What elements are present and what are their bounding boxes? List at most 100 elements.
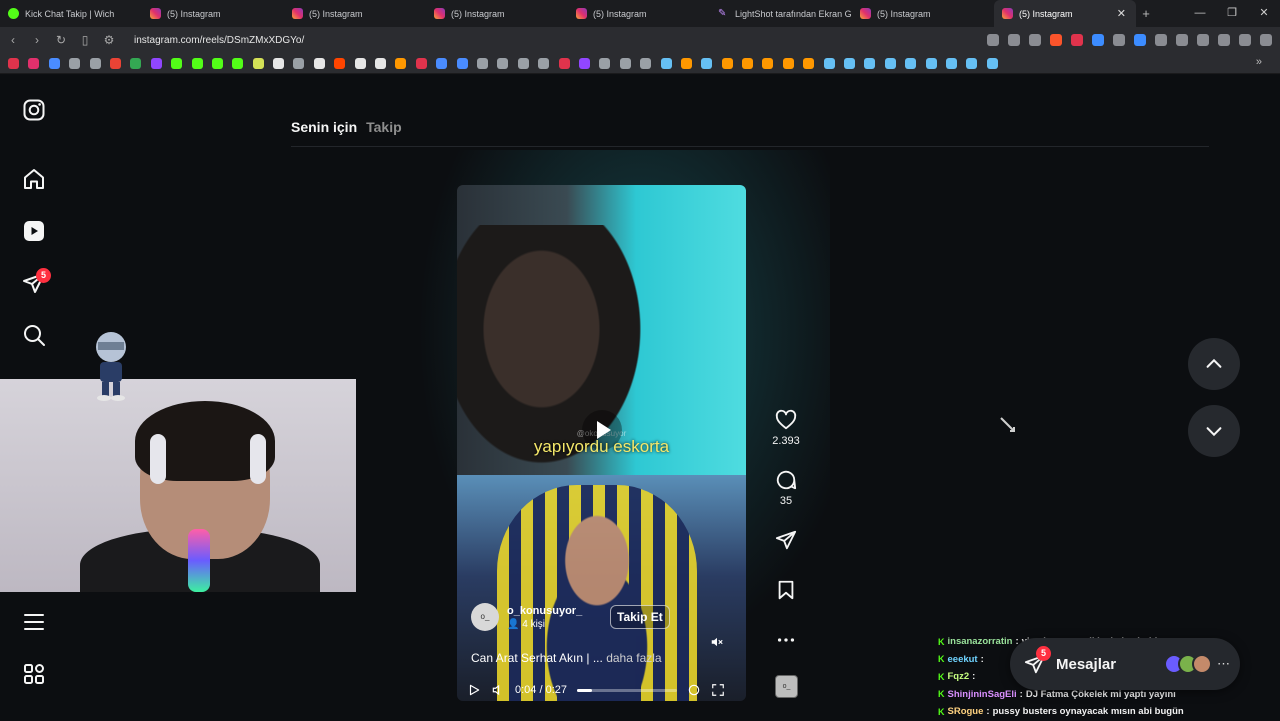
share-icon[interactable] <box>775 529 797 551</box>
previous-reel-button[interactable] <box>1188 338 1240 390</box>
bookmark-favicon-icon[interactable] <box>48 57 60 69</box>
cast-icon[interactable] <box>1008 34 1020 46</box>
loop-icon[interactable] <box>687 683 701 697</box>
chat-username[interactable]: eeekut <box>948 654 978 665</box>
site-settings-icon[interactable]: ⚙ <box>102 33 116 47</box>
bookmark-favicon-icon[interactable] <box>701 57 713 69</box>
chat-username[interactable]: Fqz2 <box>948 671 970 682</box>
bookmark-favicon-icon[interactable] <box>884 57 896 69</box>
bookmark-favicon-icon[interactable] <box>130 57 142 69</box>
progress-bar[interactable] <box>577 688 677 692</box>
reload-icon[interactable]: ↻ <box>54 33 68 47</box>
bookmark-favicon-icon[interactable] <box>252 57 264 69</box>
bookmark-favicon-icon[interactable] <box>8 57 19 69</box>
zoom-icon[interactable] <box>987 34 999 46</box>
bookmark-favicon-icon[interactable] <box>578 57 590 69</box>
reel-video[interactable]: @okonusuyor yapıyordu eskorta o_ o_konus… <box>457 185 746 701</box>
bookmark-favicon-icon[interactable] <box>476 57 488 69</box>
comment-action[interactable]: 35 <box>766 469 806 529</box>
browser-tab-active[interactable]: (5) Instagram ✕ <box>994 0 1136 27</box>
minimize-icon[interactable]: — <box>1184 0 1216 27</box>
more-dots-icon[interactable] <box>775 629 797 651</box>
bookmark-icon[interactable]: ▯ <box>78 33 92 47</box>
bookmark-favicon-icon[interactable] <box>844 57 856 69</box>
save-action[interactable] <box>766 579 806 629</box>
browser-tab[interactable]: (5) Instagram <box>852 0 994 27</box>
also-from-meta-icon[interactable] <box>22 662 46 686</box>
more-dots-icon[interactable]: ⋯ <box>1217 656 1230 672</box>
bookmark-favicon-icon[interactable] <box>436 57 448 69</box>
restore-icon[interactable]: ❐ <box>1216 0 1248 27</box>
browser-tab[interactable]: Kick Chat Takip | Wich <box>0 0 142 27</box>
muted-icon[interactable] <box>710 635 724 649</box>
chat-username[interactable]: SRogue <box>948 706 984 717</box>
tab-for-you[interactable]: Senin için <box>291 119 357 135</box>
chevron-more-icon[interactable]: » <box>1256 56 1262 68</box>
bookmark-favicon-icon[interactable] <box>782 57 794 69</box>
bookmark-favicon-icon[interactable] <box>945 57 957 69</box>
bookmark-favicon-icon[interactable] <box>823 57 835 69</box>
bookmark-favicon-icon[interactable] <box>925 57 937 69</box>
browser-tab[interactable]: ✎ LightShot tarafından Ekran Gö <box>710 0 852 27</box>
bookmark-favicon-icon[interactable] <box>640 57 652 69</box>
heart-icon[interactable] <box>775 409 797 431</box>
bookmark-favicon-icon[interactable] <box>680 57 692 69</box>
extension-icon[interactable] <box>1071 34 1083 46</box>
bookmark-favicon-icon[interactable] <box>864 57 876 69</box>
bookmark-favicon-icon[interactable] <box>599 57 611 69</box>
fullscreen-icon[interactable] <box>711 683 725 697</box>
close-window-icon[interactable]: ✕ <box>1248 0 1280 27</box>
bookmark-favicon-icon[interactable] <box>497 57 509 69</box>
author-avatar[interactable]: o_ <box>471 603 499 631</box>
chat-username[interactable]: insanazorratin <box>948 636 1013 647</box>
comment-icon[interactable] <box>775 469 797 491</box>
media-icon[interactable] <box>1239 34 1251 46</box>
instagram-logo-icon[interactable] <box>22 98 46 122</box>
reels-icon[interactable] <box>22 219 46 243</box>
bookmark-favicon-icon[interactable] <box>273 57 285 69</box>
brave-shield-icon[interactable] <box>1050 34 1062 46</box>
bookmark-favicon-icon[interactable] <box>28 57 40 69</box>
bookmark-favicon-icon[interactable] <box>905 57 917 69</box>
bookmark-favicon-icon[interactable] <box>986 57 998 69</box>
url-field[interactable]: instagram.com/reels/DSmZMxXDGYo/ <box>134 35 304 46</box>
bookmark-favicon-icon[interactable] <box>762 57 774 69</box>
bookmark-favicon-icon[interactable] <box>375 57 387 69</box>
bookmark-favicon-icon[interactable] <box>354 57 366 69</box>
bookmark-favicon-icon[interactable] <box>803 57 815 69</box>
follow-button[interactable]: Takip Et <box>610 605 670 629</box>
browser-tab[interactable]: (5) Instagram <box>142 0 284 27</box>
menu-icon[interactable] <box>1260 34 1272 46</box>
more-action[interactable] <box>766 629 806 669</box>
volume-icon[interactable] <box>491 683 505 697</box>
close-tab-icon[interactable]: ✕ <box>1117 7 1126 20</box>
browser-tab[interactable]: (5) Instagram <box>284 0 426 27</box>
extension-icon[interactable] <box>1113 34 1125 46</box>
extension-icon[interactable] <box>1176 34 1188 46</box>
bookmark-favicon-icon[interactable] <box>415 57 427 69</box>
browser-tab[interactable]: (5) Instagram <box>426 0 568 27</box>
bookmark-favicon-icon[interactable] <box>538 57 550 69</box>
bookmark-favicon-icon[interactable] <box>191 57 203 69</box>
sidebar-icon[interactable] <box>1218 34 1230 46</box>
share-icon[interactable] <box>1029 34 1041 46</box>
next-reel-button[interactable] <box>1188 405 1240 457</box>
bookmark-favicon-icon[interactable] <box>89 57 101 69</box>
bookmark-favicon-icon[interactable] <box>517 57 529 69</box>
bookmark-favicon-icon[interactable] <box>456 57 468 69</box>
extension-icon[interactable] <box>1092 34 1104 46</box>
back-icon[interactable]: ‹ <box>6 33 20 47</box>
forward-icon[interactable]: › <box>30 33 44 47</box>
bookmark-favicon-icon[interactable] <box>211 57 223 69</box>
bookmark-favicon-icon[interactable] <box>150 57 162 69</box>
new-tab-icon[interactable]: + <box>1136 6 1156 21</box>
bookmark-favicon-icon[interactable] <box>742 57 754 69</box>
share-action[interactable] <box>766 529 806 579</box>
bookmark-favicon-icon[interactable] <box>619 57 631 69</box>
bookmark-favicon-icon[interactable] <box>232 57 244 69</box>
bookmark-favicon-icon[interactable] <box>69 57 81 69</box>
extension-icon[interactable] <box>1134 34 1146 46</box>
bookmark-favicon-icon[interactable] <box>334 57 346 69</box>
tab-following[interactable]: Takip <box>366 119 402 135</box>
bookmark-favicon-icon[interactable] <box>721 57 733 69</box>
